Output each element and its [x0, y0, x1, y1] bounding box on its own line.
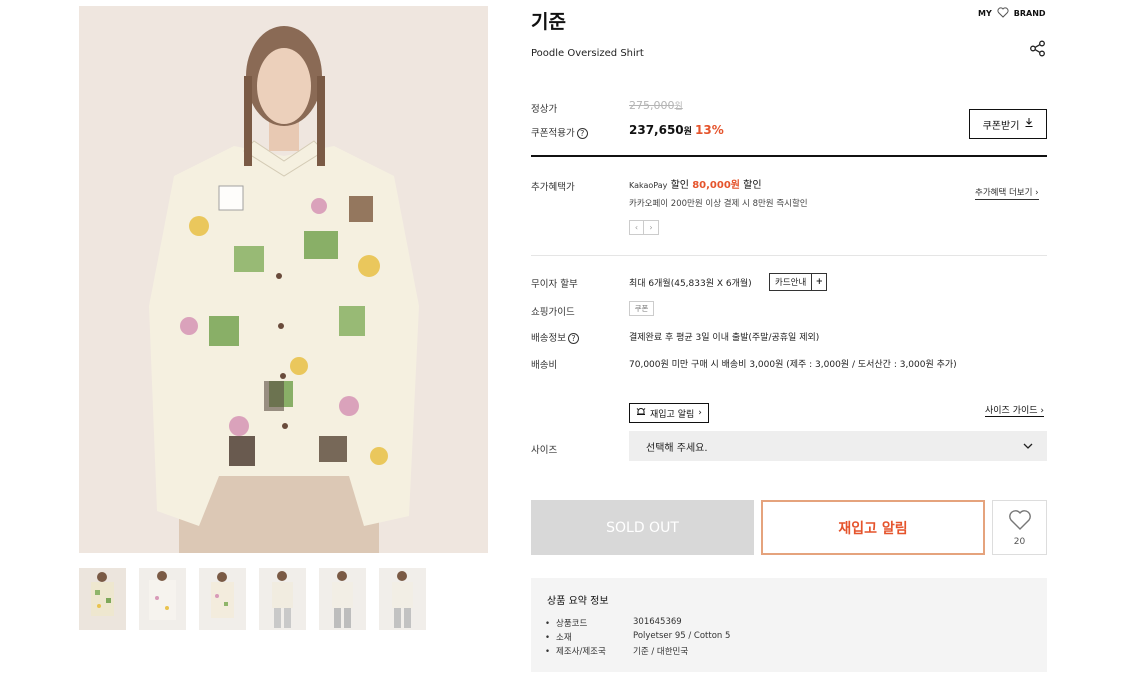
next-arrow-icon[interactable]: ›: [644, 220, 659, 235]
size-label: 사이즈: [531, 445, 558, 456]
benefit-pager: ‹ ›: [629, 220, 659, 235]
sold-out-button[interactable]: SOLD OUT: [531, 500, 754, 555]
bell-icon: [636, 407, 646, 420]
heart-icon: [1008, 509, 1032, 534]
divider: [531, 155, 1047, 157]
installment-label: 무이자 할부: [531, 279, 578, 290]
more-benefits-link[interactable]: 추가혜택 더보기 ›: [975, 186, 1039, 200]
installment-value: 최대 6개월(45,833원 X 6개월): [629, 279, 752, 289]
divider: [531, 255, 1047, 256]
heart-icon[interactable]: [997, 7, 1009, 20]
shopping-guide-label: 쇼핑가이드: [531, 307, 575, 318]
help-icon[interactable]: ?: [576, 128, 588, 139]
share-icon[interactable]: [1029, 40, 1046, 57]
my-link[interactable]: MY: [978, 9, 992, 18]
help-icon[interactable]: ?: [567, 333, 579, 344]
brand-link[interactable]: BRAND: [1014, 9, 1046, 18]
kakaopay-benefit-detail: 카카오페이 200만원 이상 결제 시 8만원 즉시할인: [629, 199, 808, 209]
card-guide-button[interactable]: 카드안내 +: [769, 273, 828, 291]
product-summary: 상품 요약 정보 상품코드301645369 소재Polyetser 95 / …: [531, 578, 1047, 672]
restock-alert-small-button[interactable]: 재입고 알림 ›: [629, 403, 709, 423]
delivery-info-label: 배송정보?: [531, 330, 579, 344]
summary-row: 제조사/제조국기준 / 대한민국: [545, 645, 688, 657]
discount-rate: 13%: [695, 123, 724, 137]
product-main-image[interactable]: [79, 6, 488, 553]
thumbnail-strip: [79, 568, 426, 630]
download-icon: [1025, 118, 1033, 130]
thumbnail-5[interactable]: [319, 568, 366, 630]
delivery-fee-value: 70,000원 미만 구매 시 배송비 3,000원 (제주 : 3,000원 …: [629, 360, 957, 370]
wishlist-count: 20: [1013, 536, 1026, 547]
chevron-down-icon: [1023, 441, 1033, 452]
thumbnail-3[interactable]: [199, 568, 246, 630]
benefit-label: 추가혜택가: [531, 182, 575, 193]
thumbnail-2[interactable]: [139, 568, 186, 630]
product-name: Poodle Oversized Shirt: [531, 48, 644, 59]
brand-title[interactable]: 기준: [531, 7, 566, 34]
coupon-price-label: 쿠폰적용가?: [531, 125, 588, 139]
plus-icon: +: [811, 274, 826, 290]
coupon-download-button[interactable]: 쿠폰받기: [969, 109, 1047, 139]
delivery-info-value: 결제완료 후 평균 3일 이내 출발(주말/공휴일 제외): [629, 333, 820, 343]
chevron-right-icon: ›: [698, 408, 702, 418]
summary-row: 상품코드301645369: [545, 617, 682, 629]
size-select[interactable]: 선택해 주세요.: [629, 431, 1047, 461]
thumbnail-1[interactable]: [79, 568, 126, 630]
summary-row: 소재Polyetser 95 / Cotton 5: [545, 631, 730, 643]
size-guide-link[interactable]: 사이즈 가이드 ›: [985, 403, 1045, 417]
summary-title: 상품 요약 정보: [547, 596, 609, 607]
coupon-tag[interactable]: 쿠폰: [629, 301, 654, 316]
regular-price: 275,000원: [629, 99, 683, 112]
regular-price-label: 정상가: [531, 104, 558, 115]
sale-price: 237,650원: [629, 123, 692, 137]
top-links: MY BRAND: [978, 7, 1046, 20]
size-select-value: 선택해 주세요.: [646, 442, 708, 454]
prev-arrow-icon[interactable]: ‹: [629, 220, 644, 235]
delivery-fee-label: 배송비: [531, 360, 558, 371]
thumbnail-4[interactable]: [259, 568, 306, 630]
kakaopay-benefit: KakaoPay 할인 80,000원 할인: [629, 180, 762, 191]
wishlist-button[interactable]: 20: [992, 500, 1047, 555]
thumbnail-6[interactable]: [379, 568, 426, 630]
restock-alert-button[interactable]: 재입고 알림: [761, 500, 985, 555]
